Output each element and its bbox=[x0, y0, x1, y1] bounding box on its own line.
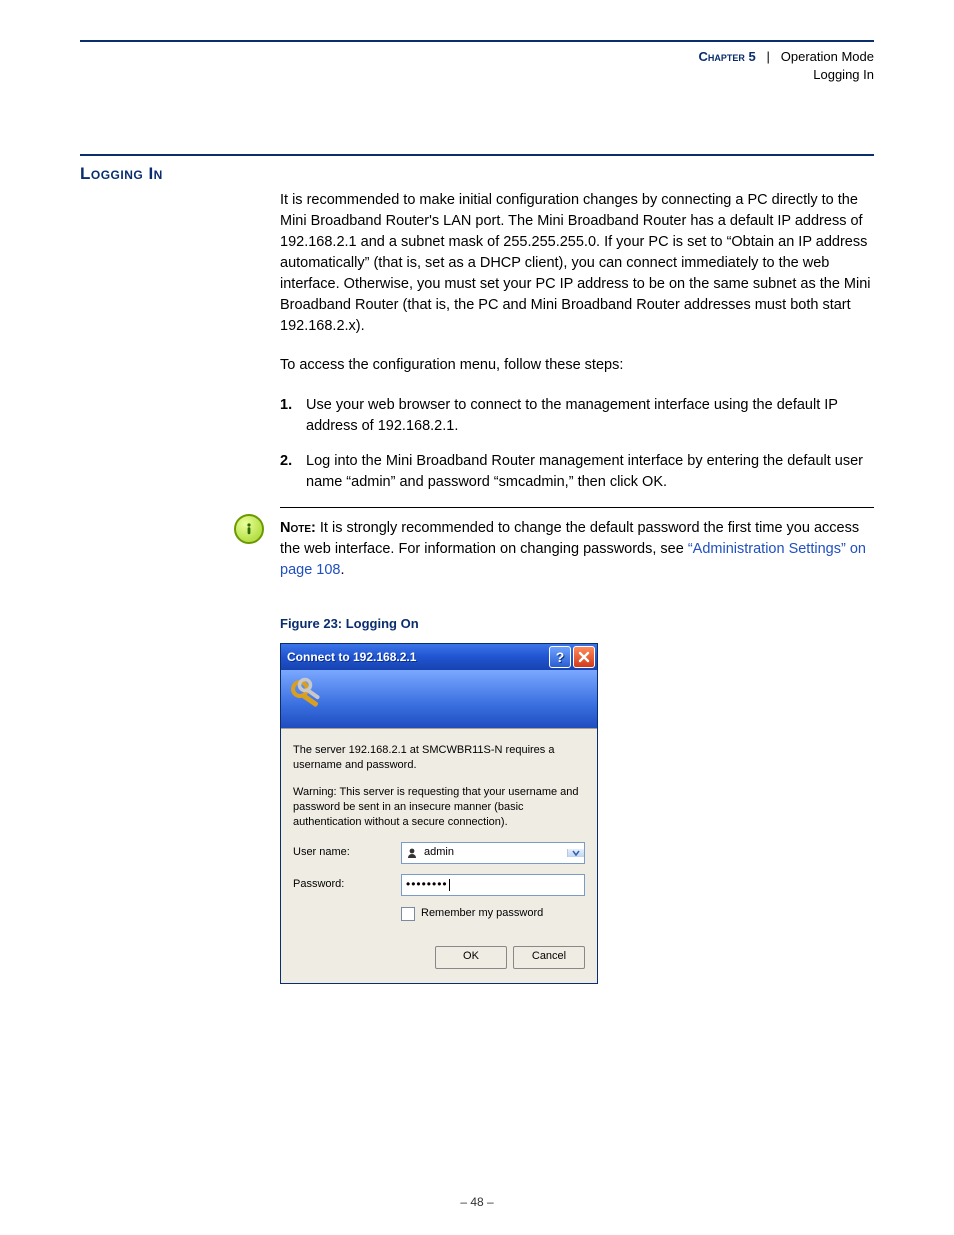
username-label: User name: bbox=[293, 845, 401, 861]
username-value: admin bbox=[422, 845, 567, 861]
password-label: Password: bbox=[293, 877, 401, 893]
note-rule bbox=[280, 507, 874, 508]
step-1: 1. Use your web browser to connect to th… bbox=[280, 395, 874, 437]
access-line: To access the configuration menu, follow… bbox=[280, 355, 874, 376]
intro-paragraph: It is recommended to make initial config… bbox=[280, 190, 874, 337]
keys-icon bbox=[287, 676, 327, 723]
step-text: Use your web browser to connect to the m… bbox=[306, 395, 874, 437]
password-input[interactable]: •••••••• bbox=[401, 874, 585, 896]
chevron-down-icon[interactable] bbox=[567, 849, 584, 857]
ok-button[interactable]: OK bbox=[435, 946, 507, 969]
header-section: Operation Mode bbox=[781, 49, 874, 64]
info-icon bbox=[234, 514, 264, 544]
password-row: Password: •••••••• bbox=[293, 874, 585, 896]
cancel-button[interactable]: Cancel bbox=[513, 946, 585, 969]
login-dialog: Connect to 192.168.2.1 ? The server bbox=[280, 643, 598, 983]
dialog-titlebar: Connect to 192.168.2.1 ? bbox=[281, 644, 597, 670]
page-header: Chapter 5 | Operation Mode Logging In bbox=[80, 48, 874, 84]
username-row: User name: admin bbox=[293, 842, 585, 864]
dialog-title: Connect to 192.168.2.1 bbox=[287, 649, 547, 666]
user-icon bbox=[404, 847, 420, 859]
step-text: Log into the Mini Broadband Router manag… bbox=[306, 451, 874, 493]
header-rule bbox=[80, 40, 874, 42]
note-text-2: . bbox=[340, 562, 344, 578]
remember-checkbox[interactable] bbox=[401, 907, 415, 921]
remember-row: Remember my password bbox=[401, 906, 585, 922]
remember-label: Remember my password bbox=[421, 906, 543, 922]
page-number: – 48 – bbox=[0, 1195, 954, 1209]
figure-caption: Figure 23: Logging On bbox=[280, 615, 874, 634]
header-separator: | bbox=[767, 49, 770, 64]
dialog-warning-text: Warning: This server is requesting that … bbox=[293, 785, 585, 830]
note-block: Note: It is strongly recommended to chan… bbox=[280, 518, 874, 581]
section-title: Logging In bbox=[80, 164, 874, 184]
dialog-server-text: The server 192.168.2.1 at SMCWBR11S-N re… bbox=[293, 743, 585, 773]
step-number: 1. bbox=[280, 395, 306, 437]
step-number: 2. bbox=[280, 451, 306, 493]
dialog-banner bbox=[281, 670, 597, 729]
header-chapter: Chapter 5 bbox=[698, 49, 755, 64]
close-button[interactable] bbox=[573, 646, 595, 668]
password-mask: •••••••• bbox=[406, 876, 448, 893]
step-2: 2. Log into the Mini Broadband Router ma… bbox=[280, 451, 874, 493]
help-button[interactable]: ? bbox=[549, 646, 571, 668]
username-combobox[interactable]: admin bbox=[401, 842, 585, 864]
header-subsection: Logging In bbox=[813, 67, 874, 82]
note-label: Note: bbox=[280, 520, 316, 536]
text-caret bbox=[449, 879, 450, 891]
section-rule bbox=[80, 154, 874, 156]
